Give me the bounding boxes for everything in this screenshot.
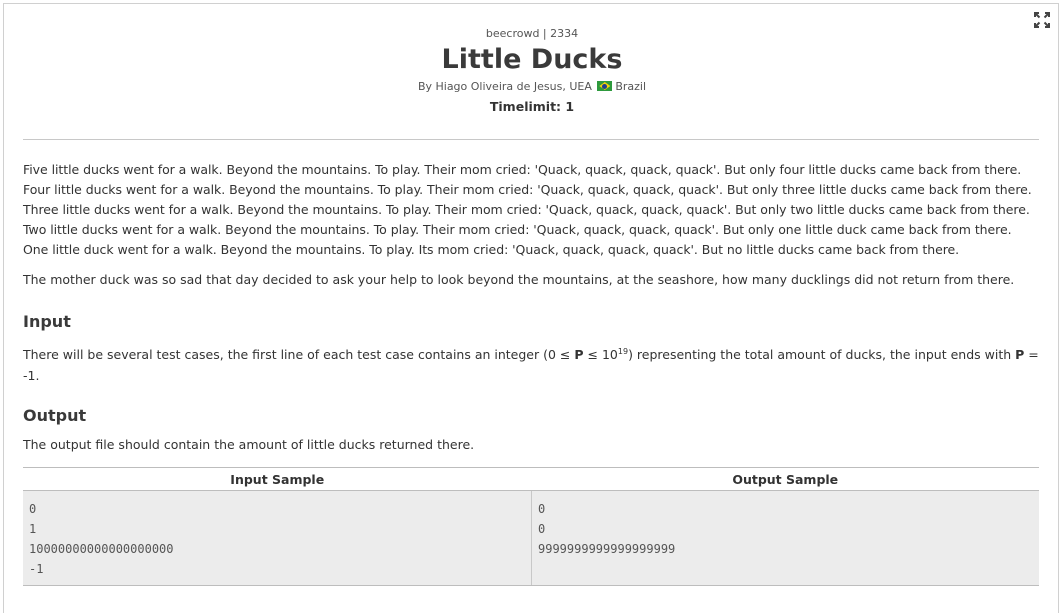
input-heading: Input <box>23 312 71 331</box>
problem-author: By Hiago Oliveira de Jesus, UEA Brazil <box>0 80 1064 94</box>
story-line: One little duck went for a walk. Beyond … <box>23 242 960 257</box>
author-text: By Hiago Oliveira de Jesus, UEA <box>417 80 592 93</box>
story-line: Two little ducks went for a walk. Beyond… <box>23 222 1012 237</box>
problem-description: Five little ducks went for a walk. Beyon… <box>23 160 1041 455</box>
samples-header-row: Input Sample Output Sample <box>23 467 1039 491</box>
problem-source: beecrowd | 2334 <box>485 27 579 40</box>
output-sample-header: Output Sample <box>531 467 1039 491</box>
input-var-p-end: P <box>1015 347 1025 363</box>
sample-line: 0 <box>538 502 546 516</box>
page-title: Little Ducks <box>441 44 623 75</box>
input-text-before: There will be several test cases, the fi… <box>23 347 575 363</box>
timelimit: Timelimit: 1 <box>0 99 1064 115</box>
input-sample-header: Input Sample <box>23 467 532 491</box>
output-heading: Output <box>23 406 87 426</box>
brazil-flag-icon <box>597 81 613 91</box>
output-sample-cell[interactable]: 0 0 9999999999999999999 <box>531 490 1039 586</box>
story-line: Three little ducks went for a walk. Beyo… <box>23 202 1030 217</box>
story-line: Four little ducks went for a walk. Beyon… <box>23 182 1032 197</box>
header-divider <box>23 139 1039 140</box>
input-var-p: P <box>574 347 584 363</box>
timelimit-value: 1 <box>565 99 575 114</box>
story-block: Five little ducks went for a walk. Beyon… <box>23 160 1041 260</box>
input-description: There will be several test cases, the fi… <box>23 341 1041 386</box>
problem-header: beecrowd | 2334 Little Ducks By Hiago Ol… <box>0 0 1064 115</box>
sample-line: 1 <box>29 522 37 536</box>
sample-line: 0 <box>29 502 37 516</box>
sample-line: 0 <box>538 522 546 536</box>
samples-row: 0 1 10000000000000000000 -1 0 0 99999999… <box>23 490 1039 586</box>
input-exponent: 19 <box>617 347 629 356</box>
timelimit-label: Timelimit: <box>489 99 562 114</box>
input-text-mid2: ) representing the total amount of ducks… <box>628 347 1016 363</box>
sample-line: -1 <box>29 562 44 576</box>
samples-table: Input Sample Output Sample 0 1 100000000… <box>23 467 1039 586</box>
input-text-mid1: ≤ 10 <box>583 347 618 363</box>
description-paragraph: The mother duck was so sad that day deci… <box>23 272 1015 287</box>
input-sample-cell[interactable]: 0 1 10000000000000000000 -1 <box>23 490 532 586</box>
output-description: The output file should contain the amoun… <box>23 437 475 453</box>
story-line: Five little ducks went for a walk. Beyon… <box>23 162 1022 177</box>
sample-line: 10000000000000000000 <box>29 542 174 556</box>
author-country: Brazil <box>615 80 647 93</box>
sample-line: 9999999999999999999 <box>538 542 676 556</box>
